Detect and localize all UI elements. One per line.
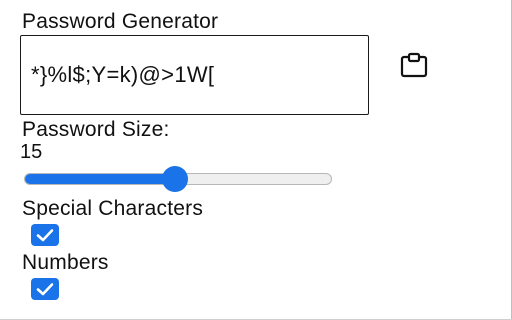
- numbers-label: Numbers: [22, 251, 109, 274]
- clipboard-icon: [400, 52, 428, 78]
- special-characters-checkbox[interactable]: [31, 224, 59, 246]
- password-size-label: Password Size:: [22, 118, 170, 141]
- special-characters-label: Special Characters: [22, 197, 204, 220]
- page-title: Password Generator: [22, 10, 219, 33]
- slider-fill: [25, 174, 176, 184]
- slider-thumb[interactable]: [162, 166, 188, 192]
- checkmark-icon: [36, 283, 54, 296]
- password-size-slider[interactable]: [24, 166, 332, 192]
- password-output-field[interactable]: *}%l$;Y=k)@>1W[: [20, 35, 369, 115]
- generated-password-text[interactable]: *}%l$;Y=k)@>1W[: [31, 60, 214, 90]
- numbers-checkbox[interactable]: [31, 278, 59, 300]
- copy-password-button[interactable]: [398, 50, 430, 82]
- password-size-value: 15: [20, 141, 43, 163]
- checkmark-icon: [36, 229, 54, 242]
- password-generator-panel: Password Generator *}%l$;Y=k)@>1W[ Passw…: [0, 0, 512, 320]
